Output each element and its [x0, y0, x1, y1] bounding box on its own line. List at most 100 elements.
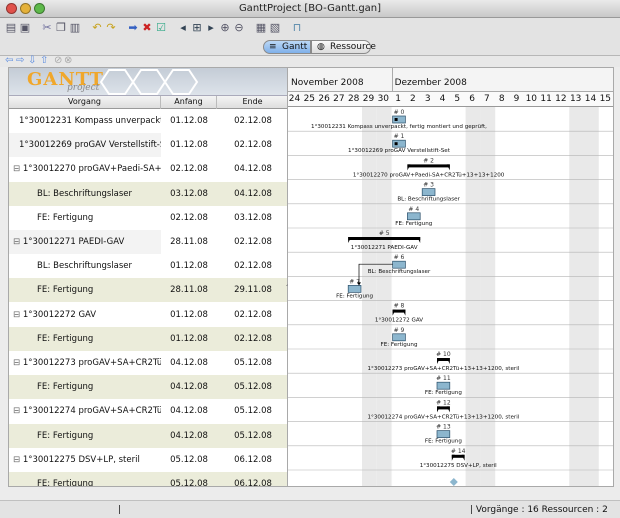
task-end-cell[interactable]: 02.12.08 [217, 303, 287, 327]
move-right-icon[interactable]: ⇨ [16, 55, 24, 66]
unlink-tasks-icon[interactable]: ⊗ [64, 55, 72, 66]
task-start-cell[interactable]: 28.11.08 [161, 278, 217, 302]
column-header-anfang[interactable]: Anfang [161, 96, 217, 109]
tab-ressource[interactable]: ◍ Ressource [311, 40, 376, 54]
task-name-cell[interactable]: ⊟ 1°30012273 proGAV+SA+CR2Tü+... [9, 351, 161, 375]
task-name-cell[interactable]: ⊟ 1°30012275 DSV+LP, steril [9, 448, 161, 472]
save-icon[interactable]: ▣ [18, 21, 32, 34]
task-name-cell[interactable]: FE: Fertigung [9, 375, 161, 399]
task-name-cell[interactable]: 1°30012269 proGAV Verstellstift-Set [9, 133, 161, 158]
collapse-toggle-icon[interactable]: ⊟ [13, 237, 23, 247]
task-name-cell[interactable]: FE: Fertigung [9, 327, 161, 351]
task-name-cell[interactable]: FE: Fertigung [9, 278, 161, 302]
cut-icon[interactable]: ✂ [40, 21, 54, 34]
task-end-cell[interactable]: 06.12.08 [217, 472, 287, 486]
task-end-cell[interactable]: 05.12.08 [217, 399, 287, 423]
zoom-out-icon[interactable]: ▸ [204, 21, 218, 34]
copy-icon[interactable]: ❐ [54, 21, 68, 34]
task-row[interactable]: 1°30012231 Kompass unverpackt, ...01.12.… [9, 109, 287, 133]
subtask-row[interactable]: FE: Fertigung 04.12.08 05.12.08 [9, 423, 287, 448]
task-start-cell[interactable]: 01.12.08 [161, 133, 217, 157]
column-header-ende[interactable]: Ende [217, 96, 287, 109]
collapse-toggle-icon[interactable]: ⊟ [13, 164, 23, 174]
subtask-row[interactable]: FE: Fertigung 05.12.08 06.12.08 [9, 472, 287, 486]
task-name-cell[interactable]: ⊟ 1°30012272 GAV [9, 303, 161, 327]
properties-icon[interactable]: ☑ [154, 21, 168, 34]
task-row[interactable]: 1°30012269 proGAV Verstellstift-Set 01.12… [9, 133, 287, 158]
task-end-cell[interactable]: 05.12.08 [217, 375, 287, 399]
collapse-toggle-icon[interactable]: ⊟ [13, 358, 23, 368]
task-start-cell[interactable]: 04.12.08 [161, 351, 217, 375]
task-end-cell[interactable]: 05.12.08 [217, 424, 287, 448]
task-name-cell[interactable]: FE: Fertigung [9, 472, 161, 486]
tab-gantt[interactable]: ≡ Gantt [263, 40, 311, 54]
task-name-cell[interactable]: BL: Beschriftungslaser [9, 182, 161, 206]
move-left-icon[interactable]: ⇦ [5, 55, 13, 66]
task-start-cell[interactable]: 01.12.08 [161, 327, 217, 351]
task-start-cell[interactable]: 03.12.08 [161, 182, 217, 206]
help-icon[interactable]: ▧ [268, 21, 282, 34]
preview-icon[interactable]: ▦ [254, 21, 268, 34]
gantt-canvas[interactable]: # 0 1°30012231 Kompass unverpackt, fertig… [288, 107, 614, 487]
task-name-cell[interactable]: ⊟ 1°30012270 proGAV+Paedi-SA+C... [9, 157, 161, 181]
task-start-cell[interactable]: 04.12.08 [161, 375, 217, 399]
link-icon[interactable]: ◂ [176, 21, 190, 34]
task-end-cell[interactable]: 02.12.08 [217, 109, 287, 133]
print-icon[interactable]: ⊖ [232, 21, 246, 34]
task-end-cell[interactable]: 02.12.08 [217, 133, 287, 157]
task-end-cell[interactable]: 04.12.08 [217, 157, 287, 181]
subtask-row[interactable]: FE: Fertigung 04.12.08 05.12.08 [9, 375, 287, 400]
unlink-icon[interactable]: ⊞ [190, 21, 204, 34]
task-end-cell[interactable]: 02.12.08 [217, 230, 287, 254]
task-name-cell[interactable]: ⊟ 1°30012274 proGAV+SA+CR2Tü+... [9, 399, 161, 423]
undo-icon[interactable]: ↶ [90, 21, 104, 34]
task-name-cell[interactable]: FE: Fertigung [9, 206, 161, 230]
subtask-row[interactable]: BL: Beschriftungslaser 01.12.08 02.12.08 [9, 254, 287, 279]
link-tasks-icon[interactable]: ⊘ [54, 55, 62, 66]
task-end-cell[interactable]: 03.12.08 [217, 206, 287, 230]
task-row[interactable]: ⊟ 1°30012270 proGAV+Paedi-SA+C... 02.12.0… [9, 157, 287, 182]
move-up-icon[interactable]: ⇧ [40, 55, 48, 66]
task-start-cell[interactable]: 04.12.08 [161, 399, 217, 423]
task-name-cell[interactable]: BL: Beschriftungslaser [9, 254, 161, 278]
task-start-cell[interactable]: 05.12.08 [161, 472, 217, 486]
redo-icon[interactable]: ↷ [104, 21, 118, 34]
task-end-cell[interactable]: 04.12.08 [217, 182, 287, 206]
task-name-cell[interactable]: FE: Fertigung [9, 424, 161, 448]
paste-icon[interactable]: ▥ [68, 21, 82, 34]
task-start-cell[interactable]: 01.12.08 [161, 254, 217, 278]
indent-icon[interactable]: ➡ [126, 21, 140, 34]
subtask-row[interactable]: FE: Fertigung 01.12.08 02.12.08 [9, 326, 287, 351]
task-start-cell[interactable]: 02.12.08 [161, 206, 217, 230]
collapse-toggle-icon[interactable]: ⊟ [13, 406, 23, 416]
column-header-vorgang[interactable]: Vorgang [9, 96, 161, 109]
task-name-cell[interactable]: ⊟ 1°30012271 PAEDI-GAV [9, 230, 161, 254]
task-row[interactable]: ⊟ 1°30012274 proGAV+SA+CR2Tü+...04.12.08… [9, 399, 287, 424]
task-start-cell[interactable]: 01.12.08 [161, 109, 217, 133]
task-start-cell[interactable]: 28.11.08 [161, 230, 217, 254]
collapse-toggle-icon[interactable]: ⊟ [13, 455, 23, 465]
task-row[interactable]: ⊟ 1°30012272 GAV 01.12.08 02.12.08 [9, 302, 287, 327]
subtask-row[interactable]: BL: Beschriftungslaser 03.12.08 04.12.08 [9, 181, 287, 206]
task-start-cell[interactable]: 05.12.08 [161, 448, 217, 472]
task-start-cell[interactable]: 01.12.08 [161, 303, 217, 327]
move-down-icon[interactable]: ⇩ [28, 55, 36, 66]
task-row[interactable]: ⊟ 1°30012275 DSV+LP, steril 05.12.08 06.12… [9, 447, 287, 472]
task-end-cell[interactable]: 06.12.08 [217, 448, 287, 472]
task-row[interactable]: ⊟ 1°30012271 PAEDI-GAV 28.11.08 02.12.08 [9, 230, 287, 254]
collapse-toggle-icon[interactable]: ⊟ [13, 310, 23, 320]
task-row[interactable]: ⊟ 1°30012273 proGAV+SA+CR2Tü+...04.12.08… [9, 351, 287, 375]
subtask-row[interactable]: FE: Fertigung 02.12.08 03.12.08 [9, 205, 287, 230]
task-end-cell[interactable]: 29.11.08 [217, 278, 287, 302]
delete-icon[interactable]: ✖ [140, 21, 154, 34]
task-end-cell[interactable]: 02.12.08 [217, 254, 287, 278]
task-start-cell[interactable]: 02.12.08 [161, 157, 217, 181]
task-start-cell[interactable]: 04.12.08 [161, 424, 217, 448]
subtask-row[interactable]: FE: Fertigung 28.11.08 29.11.08 [9, 278, 287, 303]
new-icon[interactable]: ▤ [4, 21, 18, 34]
task-end-cell[interactable]: 05.12.08 [217, 351, 287, 375]
resource-load-icon[interactable]: ⊓ [290, 21, 304, 34]
task-name-cell[interactable]: 1°30012231 Kompass unverpackt, ... [9, 109, 161, 133]
zoom-in-icon[interactable]: ⊕ [218, 21, 232, 34]
task-end-cell[interactable]: 02.12.08 [217, 327, 287, 351]
